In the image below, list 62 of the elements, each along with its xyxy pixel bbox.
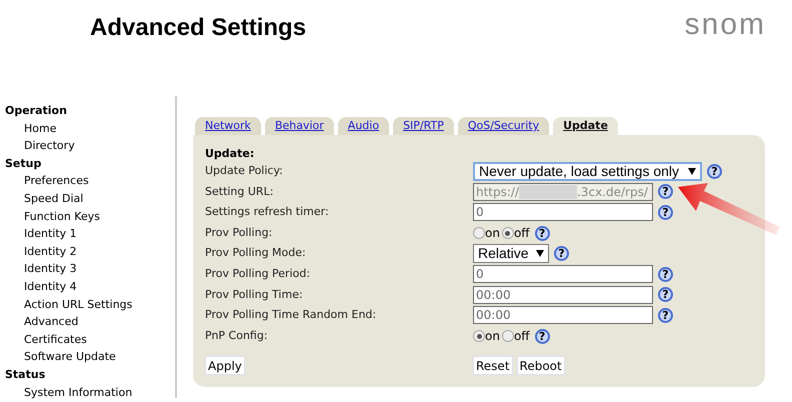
- field-label: Setting URL:: [205, 184, 274, 200]
- page-title: Advanced Settings: [90, 13, 306, 43]
- radio-icon[interactable]: [502, 330, 514, 342]
- sidebar-item[interactable]: Certificates: [5, 330, 175, 348]
- dropdown[interactable]: Relative: [473, 244, 549, 264]
- tab[interactable]: Behavior: [264, 117, 334, 135]
- sidebar-item[interactable]: Function Keys: [5, 208, 175, 226]
- field-label: Prov Polling Time Random End:: [205, 307, 378, 324]
- sidebar-item[interactable]: Speed Dial: [5, 190, 175, 208]
- help-icon[interactable]: ?: [534, 328, 550, 344]
- field-label: Prov Polling:: [205, 224, 274, 241]
- sidebar-heading: Operation: [5, 103, 68, 119]
- field-label: PnP Config:: [205, 328, 269, 344]
- field-label: Prov Polling Time:: [205, 286, 304, 303]
- action-button[interactable]: Reboot: [516, 356, 565, 376]
- help-icon[interactable]: ?: [658, 204, 673, 220]
- sidebar-item[interactable]: Action URL Settings: [5, 296, 175, 314]
- logo: snom: [684, 12, 766, 43]
- dropdown[interactable]: Never update, load settings only: [473, 162, 702, 181]
- action-button[interactable]: Reset: [473, 356, 513, 376]
- sidebar-item[interactable]: Identity 2: [5, 242, 175, 260]
- sidebar-item[interactable]: Directory: [5, 137, 175, 155]
- sidebar-item[interactable]: Advanced: [5, 313, 175, 331]
- sidebar-item[interactable]: Preferences: [5, 172, 175, 190]
- sidebar-item[interactable]: System Information: [5, 384, 175, 402]
- field-label: Prov Polling Period:: [205, 266, 312, 282]
- caret-icon: [688, 168, 696, 175]
- tab[interactable]: QoS/Security: [458, 117, 550, 135]
- field-label: Update Policy:: [205, 163, 284, 180]
- radio-icon[interactable]: [473, 330, 485, 342]
- section-title: Update:: [205, 147, 256, 161]
- sidebar-item[interactable]: Identity 3: [5, 260, 175, 278]
- tab[interactable]: Network: [195, 117, 261, 135]
- input-field[interactable]: 0: [473, 203, 653, 222]
- sidebar-item[interactable]: Home: [5, 120, 175, 138]
- help-icon[interactable]: ?: [554, 246, 569, 262]
- tab[interactable]: SIP/RTP: [393, 117, 454, 135]
- field-label: Settings refresh timer:: [205, 204, 330, 220]
- radio-icon[interactable]: [502, 227, 514, 240]
- apply-button[interactable]: Apply: [205, 356, 245, 376]
- radio-option[interactable]: off: [502, 227, 530, 240]
- sidebar-heading: Status: [5, 366, 46, 383]
- sidebar-item[interactable]: Identity 4: [5, 278, 175, 296]
- input-field[interactable]: 00:00: [473, 306, 653, 324]
- tab[interactable]: Audio: [338, 117, 390, 135]
- radio-option[interactable]: off: [502, 330, 530, 342]
- radio-icon[interactable]: [473, 227, 485, 240]
- field-label: Prov Polling Mode:: [205, 245, 307, 262]
- help-icon[interactable]: ?: [534, 226, 550, 241]
- radio-option[interactable]: on: [473, 227, 500, 240]
- help-icon[interactable]: ?: [658, 287, 673, 302]
- help-icon[interactable]: ?: [658, 308, 673, 323]
- sidebar-item[interactable]: Identity 1: [5, 225, 175, 243]
- help-icon[interactable]: ?: [658, 266, 673, 282]
- help-icon[interactable]: ?: [707, 164, 722, 179]
- input-field[interactable]: 00:00: [473, 286, 653, 304]
- radio-option[interactable]: on: [473, 330, 500, 342]
- sidebar-heading: Setup: [5, 156, 42, 172]
- tab[interactable]: Update: [553, 117, 618, 135]
- input-field[interactable]: 0: [473, 265, 653, 284]
- sidebar-item[interactable]: Software Update: [5, 348, 175, 366]
- caret-icon: [536, 250, 544, 258]
